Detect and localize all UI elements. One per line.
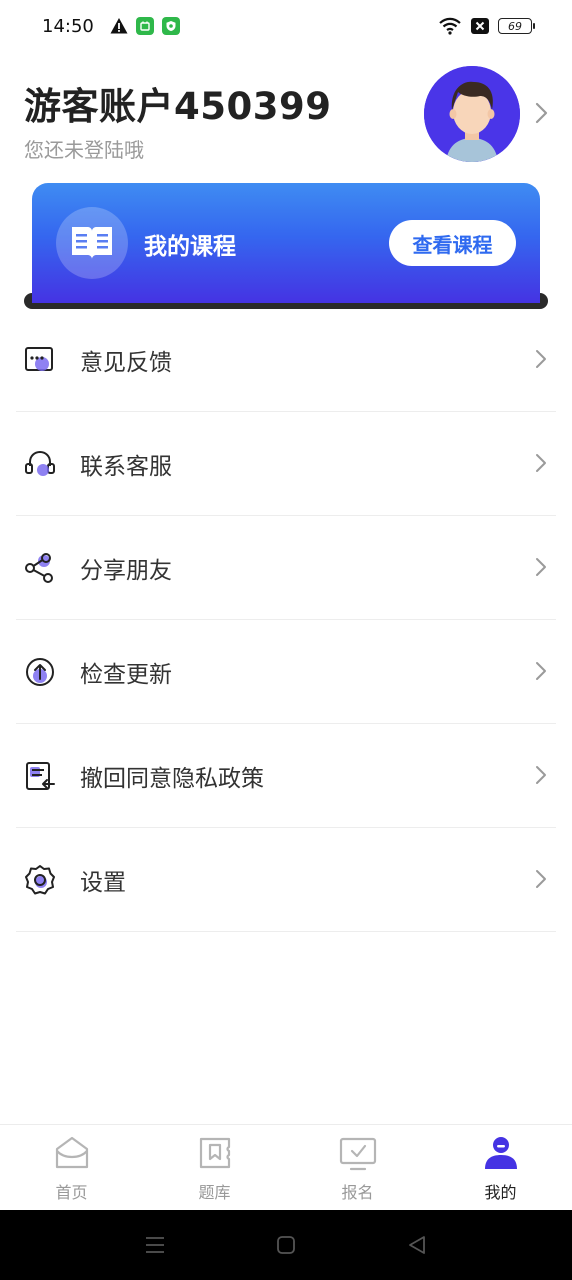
no-sim-icon [471, 18, 489, 34]
bottom-tab-bar: 首页 题库 报名 我的 [0, 1124, 572, 1210]
menu-item-contact-service[interactable]: 联系客服 [0, 412, 572, 516]
view-course-button[interactable]: 查看课程 [389, 220, 516, 266]
tab-register[interactable]: 报名 [286, 1125, 429, 1210]
status-bar: 14:50 69 [0, 0, 572, 52]
register-icon [339, 1137, 376, 1171]
settings-menu: 意见反馈 联系客服 分享朋友 检查更新 撤回同意隐私政策 设置 [0, 308, 572, 932]
course-card-body[interactable]: 我的课程 查看课程 [32, 183, 540, 303]
chevron-right-icon [536, 558, 546, 576]
app-badge-green-icon [135, 17, 154, 35]
question-bank-icon [199, 1137, 230, 1169]
tab-profile[interactable]: 我的 [429, 1125, 572, 1210]
chevron-right-icon [536, 870, 546, 888]
menu-item-check-update[interactable]: 检查更新 [0, 620, 572, 724]
menu-item-label: 意见反馈 [80, 350, 172, 376]
headset-icon [25, 450, 55, 476]
tab-label: 题库 [198, 1183, 231, 1202]
shield-badge-icon [161, 17, 180, 35]
tab-home[interactable]: 首页 [0, 1125, 143, 1210]
tab-question-bank[interactable]: 题库 [143, 1125, 286, 1210]
avatar-illustration-icon [424, 66, 520, 162]
profile-icon [484, 1137, 517, 1169]
menu-item-label: 检查更新 [80, 662, 172, 688]
chevron-right-icon [536, 766, 546, 784]
chevron-right-icon[interactable] [532, 100, 550, 126]
chevron-right-icon [536, 350, 546, 368]
course-card-title: 我的课程 [144, 234, 236, 260]
profile-header[interactable]: 游客账户450399 您还未登陆哦 [0, 60, 572, 170]
profile-name: 游客账户450399 [24, 85, 332, 128]
feedback-icon [25, 347, 53, 371]
avatar[interactable] [424, 66, 520, 162]
home-button-icon[interactable] [274, 1233, 298, 1257]
menu-icon[interactable] [143, 1233, 167, 1257]
chevron-right-icon [536, 454, 546, 472]
tab-label: 首页 [55, 1183, 88, 1202]
system-nav-bar [0, 1210, 572, 1280]
menu-item-label: 撤回同意隐私政策 [80, 766, 264, 792]
status-time: 14:50 [42, 15, 94, 37]
menu-item-label: 设置 [80, 870, 126, 896]
share-icon [25, 553, 53, 583]
settings-icon [25, 865, 55, 895]
menu-item-label: 分享朋友 [80, 558, 172, 584]
chevron-right-icon [536, 662, 546, 680]
privacy-revoke-icon [26, 762, 55, 790]
menu-item-revoke-privacy[interactable]: 撤回同意隐私政策 [0, 724, 572, 828]
wifi-icon [439, 17, 461, 35]
status-notification-icons [110, 17, 180, 35]
menu-item-share[interactable]: 分享朋友 [0, 516, 572, 620]
my-course-card: 我的课程 查看课程 [24, 183, 548, 309]
login-status-text: 您还未登陆哦 [24, 138, 144, 162]
menu-item-settings[interactable]: 设置 [0, 828, 572, 932]
course-icon-circle [56, 207, 128, 279]
menu-item-label: 联系客服 [80, 454, 172, 480]
warning-icon [110, 18, 128, 34]
status-system-icons: 69 [438, 17, 535, 35]
tab-label: 报名 [341, 1183, 374, 1202]
back-icon[interactable] [405, 1233, 429, 1257]
open-book-icon [72, 227, 112, 259]
update-icon [26, 658, 54, 686]
battery-icon: 69 [498, 18, 535, 34]
menu-item-feedback[interactable]: 意见反馈 [0, 308, 572, 412]
tab-label: 我的 [484, 1183, 517, 1202]
home-icon [55, 1136, 88, 1169]
